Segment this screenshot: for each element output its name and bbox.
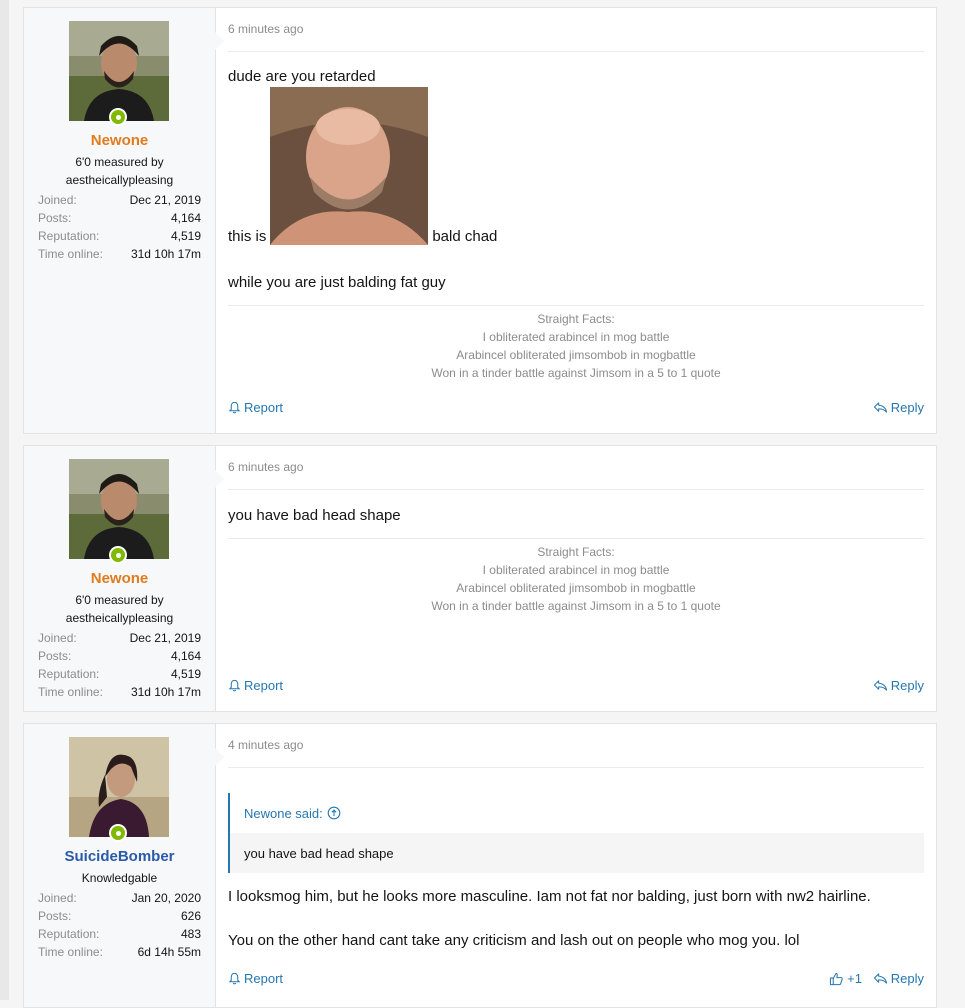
- arrow-up-circle-icon[interactable]: [327, 806, 341, 820]
- reply-button[interactable]: Reply: [873, 971, 924, 986]
- reply-icon: [873, 972, 888, 985]
- reply-icon: [873, 401, 888, 414]
- user-stats: Joined: Dec 21, 2019 Posts: 4,164 Reputati…: [38, 631, 201, 699]
- user-stats: Joined: Dec 21, 2019 Posts: 4,164 Reputati…: [38, 193, 201, 261]
- user-title: 6'0 measured by aestheicallypleasing: [65, 593, 174, 625]
- quote-header[interactable]: Newone said:: [230, 793, 924, 833]
- online-status-icon: [109, 546, 127, 564]
- username[interactable]: SuicideBomber: [24, 848, 215, 865]
- report-button[interactable]: Report: [228, 678, 283, 693]
- reply-button[interactable]: Reply: [873, 400, 924, 415]
- like-button[interactable]: +1: [829, 971, 862, 986]
- report-button[interactable]: Report: [228, 400, 283, 415]
- online-status-icon: [109, 824, 127, 842]
- post-3: SuicideBomber Knowledgable Joined: Jan 20…: [23, 723, 937, 1008]
- post-time[interactable]: 6 minutes ago: [228, 460, 303, 474]
- signature: Straight Facts: I obliterated arabincel …: [431, 545, 721, 613]
- like-count: +1: [847, 971, 862, 986]
- signature: Straight Facts: I obliterated arabincel …: [431, 312, 721, 380]
- online-status-icon: [109, 108, 127, 126]
- post-time[interactable]: 6 minutes ago: [228, 22, 303, 36]
- post-body-line2: You on the other hand cant take any crit…: [228, 932, 800, 949]
- user-stats: Joined: Jan 20, 2020 Posts: 626 Reputation…: [38, 891, 201, 959]
- reply-icon: [873, 679, 888, 692]
- quote-block: Newone said: you have bad head shape: [228, 793, 924, 873]
- post-body: dude are you retarded: [228, 68, 376, 85]
- username[interactable]: Newone: [24, 132, 215, 149]
- user-info: SuicideBomber Knowledgable Joined: Jan 20…: [24, 724, 224, 1007]
- post-time[interactable]: 4 minutes ago: [228, 738, 303, 752]
- left-edge: [0, 0, 9, 1000]
- post-body-inline: this is bald chad: [228, 87, 924, 245]
- avatar[interactable]: [69, 737, 169, 837]
- reply-button[interactable]: Reply: [873, 678, 924, 693]
- post-main: 6 minutes ago you have bad head shape St…: [228, 446, 924, 711]
- post-body-line: while you are just balding fat guy: [228, 274, 446, 291]
- post-main: 6 minutes ago dude are you retarded this…: [228, 8, 924, 433]
- user-info: Newone 6'0 measured by aestheicallypleas…: [24, 8, 224, 433]
- user-title: 6'0 measured by aestheicallypleasing: [65, 155, 174, 187]
- user-info: Newone 6'0 measured by aestheicallypleas…: [24, 446, 224, 711]
- username[interactable]: Newone: [24, 570, 215, 587]
- avatar[interactable]: [69, 459, 169, 559]
- quote-text: you have bad head shape: [244, 845, 394, 861]
- bell-icon: [228, 401, 241, 414]
- report-button[interactable]: Report: [228, 971, 283, 986]
- user-title: Knowledgable: [81, 871, 158, 885]
- post-image[interactable]: [270, 87, 429, 245]
- post-1: Newone 6'0 measured by aestheicallypleas…: [23, 7, 937, 434]
- post-body-line1: I looksmog him, but he looks more mascul…: [228, 888, 871, 905]
- bell-icon: [228, 679, 241, 692]
- post-body: you have bad head shape: [228, 507, 401, 524]
- thumbs-up-icon: [829, 972, 844, 986]
- bell-icon: [228, 972, 241, 985]
- post-2: Newone 6'0 measured by aestheicallypleas…: [23, 445, 937, 712]
- post-main: 4 minutes ago Newone said: you have bad …: [228, 724, 924, 1007]
- avatar[interactable]: [69, 21, 169, 121]
